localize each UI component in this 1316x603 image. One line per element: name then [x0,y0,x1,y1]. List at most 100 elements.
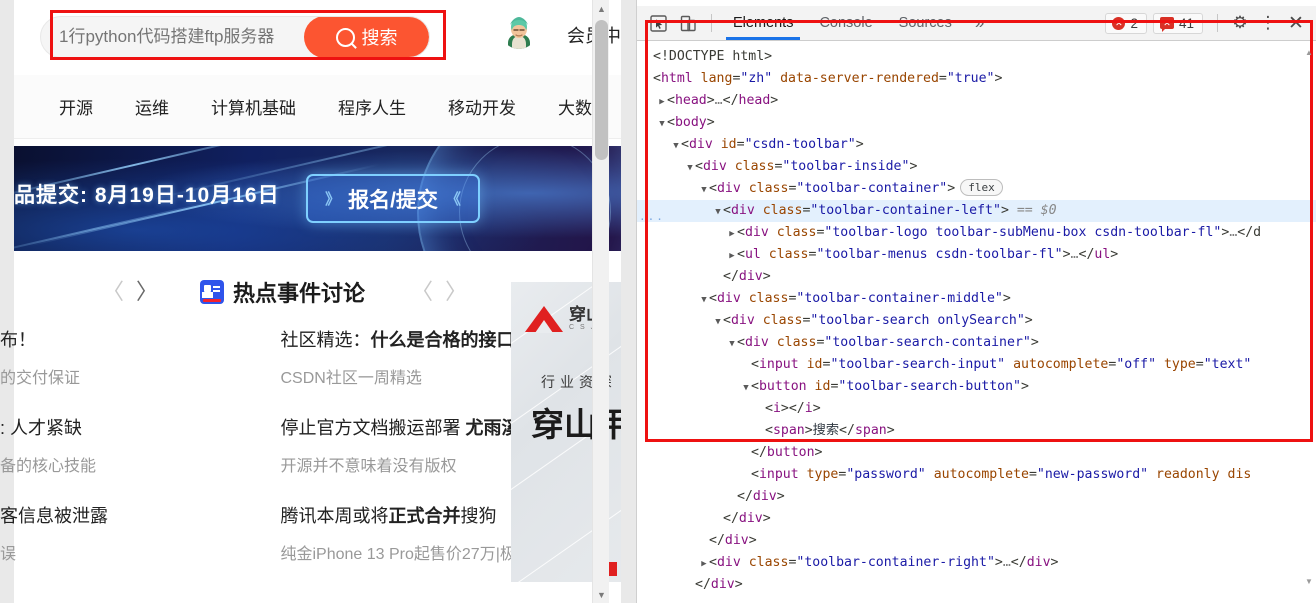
news-title: : 人才紧缺 [0,418,83,438]
hero-signup-button[interactable]: 》 报名/提交 《 [306,174,480,223]
dom-scroll-down-icon[interactable]: ▼ [1303,575,1315,587]
news-item[interactable]: 客信息被泄露 误 [0,502,263,590]
news-item[interactable]: 停止官方文档搬运部署 尤雨溪… 开源并不意味着没有版权 [263,414,512,502]
dom-tree-row[interactable]: <button id="toolbar-search-button"> [637,376,1316,398]
dom-tree-row[interactable]: </div> [637,574,1316,590]
dom-token-tag: input [758,357,799,372]
dom-tree-row[interactable]: </button> [637,442,1316,464]
dom-token-punc: > [1002,291,1011,306]
news-item[interactable]: : 人才紧缺 备的核心技能 [0,414,263,502]
close-icon[interactable]: ✕ [1282,9,1310,37]
nav-item-4[interactable]: 移动开发 [448,94,516,119]
news-item[interactable]: 腾讯本周或将正式合并搜狗 纯金iPhone 13 Pro起售价27万|极… [263,502,512,590]
triangle-right-icon[interactable] [699,553,709,574]
triangle-down-icon[interactable] [741,377,751,398]
next-arrow-right-icon[interactable]: 〉 [445,281,467,303]
dom-tree-row[interactable]: <head>…</head> [637,90,1316,112]
search-area: 搜索 [40,14,430,60]
dom-token-punc: </d [1237,225,1262,240]
dom-token-punc: > [706,93,715,108]
tab-sources[interactable]: Sources [886,6,965,40]
search-input[interactable] [41,17,304,57]
toolbar-divider-2 [1217,14,1218,32]
scroll-up-arrow-icon[interactable]: ▲ [593,0,610,17]
dom-tree[interactable]: <!DOCTYPE html> <html lang="zh" data-serv… [637,42,1316,590]
dom-tree-row[interactable]: <div class="toolbar-container-middle"> [637,288,1316,310]
dom-tree-row[interactable]: <span>搜索</span> [637,420,1316,442]
triangle-right-icon[interactable] [657,91,667,112]
dom-tree-row[interactable]: </div> [637,266,1316,288]
dom-token-val: "toolbar-inside" [782,159,910,174]
news-grid: 布！ 的交付保证 : 人才紧缺 备的核心技能 客信息被泄露 误 社区精选：什么是… [0,316,512,581]
dom-tree-row[interactable]: <!DOCTYPE html> [637,46,1316,68]
scroll-down-arrow-icon[interactable]: ▼ [593,586,610,603]
nav-item-1[interactable]: 运维 [135,94,169,119]
dom-token-val: "password" [846,467,926,482]
triangle-down-icon[interactable] [713,311,723,332]
dom-tree-row[interactable]: <div class="toolbar-search-container"> [637,332,1316,354]
carousel-nav-left: 〈 〉 [102,281,158,303]
dom-tree-row[interactable]: </div> [637,530,1316,552]
news-item[interactable]: 布！ 的交付保证 [0,326,263,414]
nav-item-2[interactable]: 计算机基础 [211,94,296,119]
dom-tree-row[interactable]: <input type="password" autocomplete="new… [637,464,1316,486]
dom-tree-row[interactable]: <div class="toolbar-container-right">…</… [637,552,1316,574]
dom-tree-row[interactable]: <div id="csdn-toolbar"> [637,134,1316,156]
device-toolbar-icon[interactable] [673,9,703,37]
triangle-down-icon[interactable] [713,201,723,222]
warning-count-badge[interactable]: ✕ 41 [1152,12,1203,34]
triangle-down-icon[interactable] [685,157,695,178]
dom-scroll-up-icon[interactable]: ▲ [1303,46,1315,58]
warning-icon: ✕ [1159,17,1174,32]
triangle-down-icon[interactable] [699,289,709,310]
dom-token-punc: </ [723,511,739,526]
dom-tree-row[interactable]: ···<div class="toolbar-container-left"> … [637,200,1316,222]
triangle-down-icon[interactable] [727,333,737,354]
dom-token-sp [799,357,807,372]
news-item[interactable]: 社区精选：什么是合格的接口… CSDN社区一周精选 [263,326,512,414]
nav-item-0[interactable]: 开源 [59,94,93,119]
dom-token-val: "toolbar-search onlySearch" [810,313,1025,328]
inspect-element-icon[interactable] [643,9,673,37]
page-scrollbar[interactable]: ▲ ▼ [592,0,609,603]
carousel-nav-right: 〈 〉 [411,281,467,303]
triangle-down-icon[interactable] [671,135,681,156]
error-count-badge[interactable]: ✕ 2 [1105,12,1147,34]
dom-tree-row[interactable]: <body> [637,112,1316,134]
kebab-menu-icon[interactable]: ⋮ [1254,9,1282,37]
gear-icon[interactable]: ⚙ [1226,9,1254,37]
dom-token-punc: > [994,555,1003,570]
more-tabs-icon[interactable]: » [965,13,994,33]
search-button[interactable]: 搜索 [304,17,429,57]
prev-arrow-left-icon[interactable]: 〈 [102,281,124,303]
dom-token-tag: div [744,225,769,240]
scrollbar-thumb[interactable] [595,20,608,160]
dom-token-punc: < [723,203,731,218]
dom-tree-row[interactable]: </div> [637,508,1316,530]
dom-token-punc: </ [723,269,739,284]
dom-token-sp [926,467,934,482]
dom-tree-row[interactable]: </div> [637,486,1316,508]
dom-tree-row[interactable]: <div class="toolbar-logo toolbar-subMenu… [637,222,1316,244]
next-arrow-left-icon[interactable]: 〉 [136,281,158,303]
hero-banner[interactable]: 品提交: 8月19日-10月16日 》 报名/提交 《 [14,146,621,251]
triangle-right-icon[interactable] [727,223,737,244]
dom-tree-row[interactable]: <ul class="toolbar-menus csdn-toolbar-fl… [637,244,1316,266]
tab-elements[interactable]: Elements [720,6,806,40]
dom-tree-row[interactable]: <html lang="zh" data-server-rendered="tr… [637,68,1316,90]
dom-tree-row[interactable]: <input id = "toolbar-search-input" autocom… [637,354,1316,376]
prev-arrow-right-icon[interactable]: 〈 [411,281,433,303]
avatar[interactable] [501,13,537,49]
dom-token-val: "csdn-toolbar" [744,137,856,152]
triangle-down-icon[interactable] [657,113,667,134]
flex-badge[interactable]: flex [960,179,1003,196]
triangle-down-icon[interactable] [699,179,709,200]
nav-item-3[interactable]: 程序人生 [338,94,406,119]
triangle-right-icon[interactable] [727,245,737,266]
dom-tree-row[interactable]: <i></i> [637,398,1316,420]
dom-tree-row[interactable]: <div class="toolbar-search onlySearch"> [637,310,1316,332]
tab-console[interactable]: Console [806,6,885,40]
dom-tree-row[interactable]: <div class="toolbar-container">flex [637,178,1316,200]
dom-tree-row[interactable]: <div class="toolbar-inside"> [637,156,1316,178]
dom-token-punc: > [1021,379,1029,394]
